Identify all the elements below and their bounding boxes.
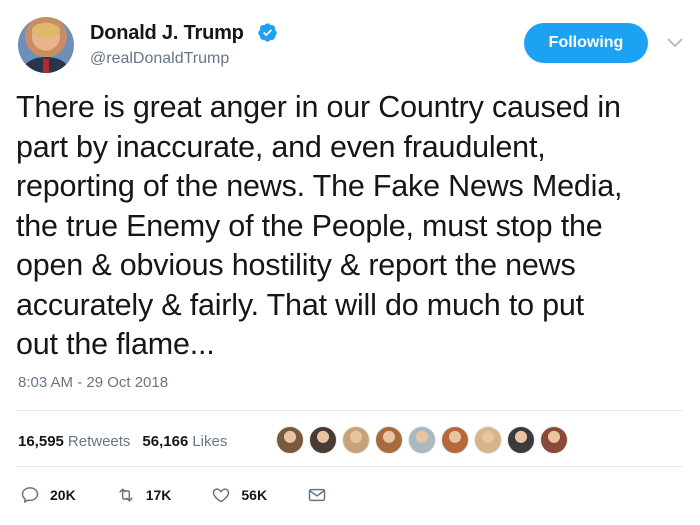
liker-avatar[interactable] [408,426,436,454]
likes-label[interactable]: Likes [192,433,227,450]
tweet-line: accurately & fairly. That will do much t… [16,287,584,322]
tweet-line: out the flame... [16,327,215,361]
tweet-text: There is great anger in our Country caus… [16,88,688,365]
divider [16,466,684,467]
author-avatar[interactable] [18,17,74,73]
tweet-timestamp[interactable]: 8:03 AM - 29 Oct 2018 [18,374,168,391]
like-count: 56K [241,487,268,503]
retweet-icon [119,488,133,502]
tweet-actions: 20K 17K 56K [20,483,367,507]
retweet-count: 17K [145,487,172,503]
divider [16,410,684,411]
tweet-header: Donald J. Trump @realDonaldTrump Followi… [18,17,685,75]
liker-avatar[interactable] [276,426,304,454]
tweet-line: the true Enemy of the People, must stop … [16,208,603,243]
liker-avatar[interactable] [540,426,568,454]
tweet-line: reporting of the news. The Fake News Med… [16,169,623,203]
tweet-line: part by inaccurate, and even fraudulent, [16,129,546,164]
likes-count[interactable]: 56,166 [142,433,188,450]
liker-avatar[interactable] [309,426,337,454]
liker-avatar[interactable] [474,426,502,454]
like-button[interactable]: 56K [211,485,267,505]
envelope-icon [308,488,326,502]
retweets-count[interactable]: 16,595 [18,433,64,450]
tweet-line: There is great anger in our Country caus… [16,90,621,124]
engagement-stats: 16,595 Retweets 56,166 Likes [18,430,239,452]
author-name[interactable]: Donald J. Trump [90,22,244,45]
retweets-label[interactable]: Retweets [68,433,131,450]
liker-avatar[interactable] [375,426,403,454]
chevron-down-icon[interactable] [665,32,685,52]
avatar-tie [43,59,49,73]
author-handle[interactable]: @realDonaldTrump [90,50,229,68]
retweet-button[interactable]: 17K [116,485,172,505]
direct-message-button[interactable] [307,485,327,505]
tweet-line: open & obvious hostility & report the ne… [16,248,576,282]
liker-avatar[interactable] [441,426,469,454]
heart-icon [213,488,230,503]
following-button[interactable]: Following [524,23,648,63]
reply-button[interactable]: 20K [20,485,76,505]
liker-avatar[interactable] [507,426,535,454]
reply-count: 20K [50,487,76,503]
liker-avatars [276,426,573,454]
avatar-hair [32,23,60,37]
liker-avatar[interactable] [342,426,370,454]
reply-icon [21,487,39,503]
verified-badge-icon [258,23,277,42]
